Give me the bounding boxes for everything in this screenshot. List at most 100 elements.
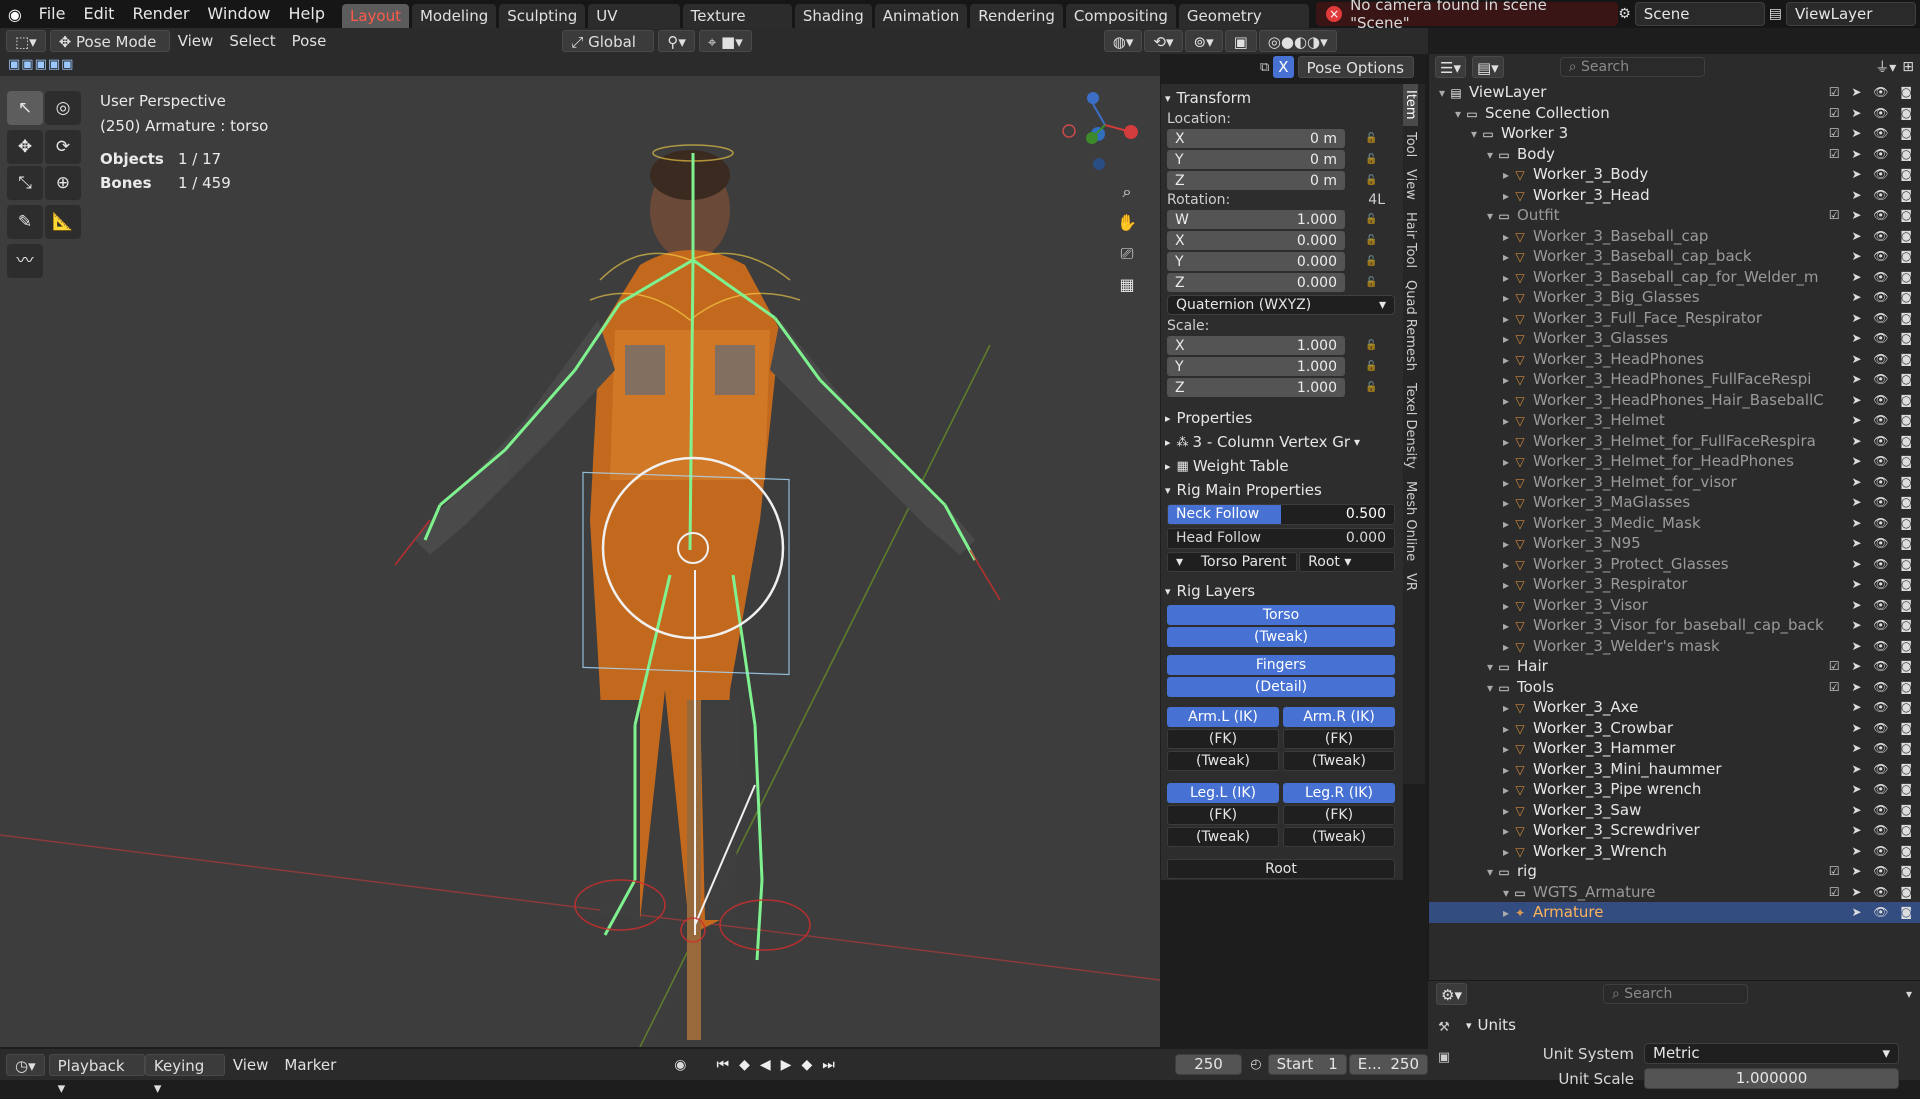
outliner-row[interactable]: ▸ ▽ Worker_3_Medic_Mask ➤ 👁 ◙: [1429, 513, 1920, 534]
timeline-editor-type-button[interactable]: ◷▾: [6, 1053, 45, 1076]
expand-toggle-icon[interactable]: ▾: [1483, 206, 1497, 226]
expand-toggle-icon[interactable]: ▸: [1499, 227, 1513, 247]
layer-fingers-button[interactable]: Fingers: [1167, 655, 1395, 675]
3d-viewport[interactable]: ↖ ◎ ✥ ⟳ ⤡ ⊕ ✎ 📐 〰 User Perspective (250) Arm…: [0, 76, 1160, 1047]
expand-toggle-icon[interactable]: ▾: [1483, 862, 1497, 882]
scene-selector[interactable]: Scene: [1634, 2, 1765, 26]
visibility-toggles[interactable]: ➤ 👁 ◙: [1851, 718, 1916, 738]
outliner-row[interactable]: ▸ ▽ Worker_3_Pipe wrench ➤ 👁 ◙: [1429, 779, 1920, 800]
visibility-toggles[interactable]: ➤ 👁 ◙: [1851, 410, 1916, 430]
layer-torso-tweak-button[interactable]: (Tweak): [1167, 627, 1395, 647]
scale-x-input[interactable]: X 1.000: [1167, 336, 1345, 355]
location-x-input[interactable]: X 0 m: [1167, 129, 1345, 148]
tab-shading[interactable]: Shading: [794, 4, 872, 28]
visibility-toggles[interactable]: ➤ 👁 ◙: [1851, 533, 1916, 553]
expand-toggle-icon[interactable]: ▸: [1499, 760, 1513, 780]
expand-toggle-icon[interactable]: ▸: [1499, 411, 1513, 431]
units-section-header[interactable]: ▾ Units: [1462, 1013, 1920, 1037]
side-tab-quad-remesh[interactable]: Quad Remesh: [1403, 274, 1418, 377]
visibility-toggles[interactable]: ☑ ➤ 👁 ◙: [1829, 205, 1916, 225]
tab-layout[interactable]: Layout: [341, 4, 409, 28]
visibility-toggles[interactable]: ☑ ➤ 👁 ◙: [1829, 103, 1916, 123]
outliner-row[interactable]: ▸ ▽ Worker_3_Wrench ➤ 👁 ◙: [1429, 841, 1920, 862]
properties-search-input[interactable]: ⌕ Search: [1602, 984, 1748, 1004]
layer-leg-r-fk-button[interactable]: (FK): [1283, 805, 1395, 825]
visibility-toggles[interactable]: ➤ 👁 ◙: [1851, 451, 1916, 471]
outliner-row[interactable]: ▸ ▽ Worker_3_Helmet_for_FullFaceRespira ➤ 👁…: [1429, 431, 1920, 452]
outliner-row[interactable]: ▸ ✦ Armature ➤ 👁 ◙: [1429, 902, 1920, 923]
outliner-row[interactable]: ▾ ▤ ViewLayer ☑ ➤ 👁 ◙: [1429, 82, 1920, 103]
expand-toggle-icon[interactable]: ▸: [1499, 391, 1513, 411]
location-x-field[interactable]: X 0 m 🔓: [1161, 128, 1403, 149]
visibility-toggles[interactable]: ➤ 👁 ◙: [1851, 636, 1916, 656]
rotation-x-input[interactable]: X 0.000: [1167, 231, 1345, 250]
lock-icon[interactable]: 🔓: [1365, 235, 1377, 246]
visibility-toggles[interactable]: ➤ 👁 ◙: [1851, 902, 1916, 922]
visibility-toggles[interactable]: ➤ 👁 ◙: [1851, 697, 1916, 717]
visibility-toggles[interactable]: ☑ ➤ 👁 ◙: [1829, 861, 1916, 881]
expand-toggle-icon[interactable]: ▸: [1499, 370, 1513, 390]
visibility-toggles[interactable]: ☑ ➤ 👁 ◙: [1829, 82, 1916, 102]
tool-properties-icon[interactable]: ⚒: [1432, 1013, 1456, 1043]
expand-toggle-icon[interactable]: ▸: [1499, 698, 1513, 718]
visibility-toggles[interactable]: ➤ 👁 ◙: [1851, 431, 1916, 451]
outliner-row[interactable]: ▸ ▽ Worker_3_Mini_haummer ➤ 👁 ◙: [1429, 759, 1920, 780]
expand-toggle-icon[interactable]: ▾: [1435, 83, 1449, 103]
filter-icon[interactable]: ⏚▾: [1875, 57, 1896, 77]
expand-toggle-icon[interactable]: ▸: [1499, 514, 1513, 534]
layer-leg-r-ik-button[interactable]: Leg.R (IK): [1283, 783, 1395, 803]
expand-toggle-icon[interactable]: ▸: [1499, 309, 1513, 329]
expand-toggle-icon[interactable]: ▸: [1499, 801, 1513, 821]
pin-icon[interactable]: ▾: [1906, 987, 1912, 1001]
marker-menu[interactable]: Marker: [276, 1054, 344, 1076]
expand-toggle-icon[interactable]: ▸: [1499, 780, 1513, 800]
menu-file[interactable]: File: [30, 0, 75, 28]
visibility-toggles[interactable]: ➤ 👁 ◙: [1851, 267, 1916, 287]
layer-torso-button[interactable]: Torso: [1167, 605, 1395, 625]
view-menu[interactable]: View: [170, 30, 222, 52]
rotate-tool-icon[interactable]: ⟳: [45, 130, 81, 164]
viewport-overlays-toggle[interactable]: ⊚▾: [1184, 30, 1223, 52]
outliner-row[interactable]: ▸ ▽ Worker_3_Axe ➤ 👁 ◙: [1429, 697, 1920, 718]
rotation-x-field[interactable]: X 0.000 🔓: [1161, 230, 1403, 251]
outliner-row[interactable]: ▸ ▽ Worker_3_MaGlasses ➤ 👁 ◙: [1429, 492, 1920, 513]
outliner-row[interactable]: ▾ ▭ rig ☑ ➤ 👁 ◙: [1429, 861, 1920, 882]
x-mirror-toggle[interactable]: X: [1273, 56, 1294, 78]
jump-end-icon[interactable]: ⏭: [822, 1057, 835, 1073]
expand-toggle-icon[interactable]: ▸: [1499, 288, 1513, 308]
expand-toggle-icon[interactable]: ▸: [1499, 473, 1513, 493]
scale-z-input[interactable]: Z 1.000: [1167, 378, 1345, 397]
gizmo-button[interactable]: ⟲▾: [1144, 30, 1183, 52]
expand-toggle-icon[interactable]: ▸: [1499, 432, 1513, 452]
side-tab-vr[interactable]: VR: [1403, 567, 1418, 597]
visibility-toggles[interactable]: ➤ 👁 ◙: [1851, 513, 1916, 533]
outliner-row[interactable]: ▾ ▭ Hair ☑ ➤ 👁 ◙: [1429, 656, 1920, 677]
playback-menu[interactable]: Playback ▾: [48, 1053, 145, 1097]
visibility-toggles[interactable]: ➤ 👁 ◙: [1851, 779, 1916, 799]
outliner-search-input[interactable]: ⌕ Search: [1559, 57, 1705, 77]
keying-menu[interactable]: Keying ▾: [144, 1053, 225, 1097]
jump-start-icon[interactable]: ⏮: [717, 1057, 730, 1073]
outliner-row[interactable]: ▾ ▭ Outfit ☑ ➤ 👁 ◙: [1429, 205, 1920, 226]
outliner-row[interactable]: ▾ ▭ Body ☑ ➤ 👁 ◙: [1429, 144, 1920, 165]
layer-leg-l-ik-button[interactable]: Leg.L (IK): [1167, 783, 1279, 803]
rig-layers-section-header[interactable]: ▾ Rig Layers: [1161, 579, 1403, 603]
outliner-row[interactable]: ▸ ▽ Worker_3_Screwdriver ➤ 👁 ◙: [1429, 820, 1920, 841]
side-tab-item[interactable]: Item: [1403, 84, 1418, 126]
outliner-row[interactable]: ▸ ▽ Worker_3_Glasses ➤ 👁 ◙: [1429, 328, 1920, 349]
layer-leg-l-tweak-button[interactable]: (Tweak): [1167, 827, 1279, 847]
expand-toggle-icon[interactable]: ▸: [1499, 555, 1513, 575]
outliner-row[interactable]: ▸ ▽ Worker_3_N95 ➤ 👁 ◙: [1429, 533, 1920, 554]
scale-z-field[interactable]: Z 1.000 🔓: [1161, 377, 1403, 398]
visibility-toggles[interactable]: ➤ 👁 ◙: [1851, 574, 1916, 594]
annotate-tool-icon[interactable]: ✎: [7, 205, 43, 239]
move-tool-icon[interactable]: ✥: [7, 130, 43, 164]
auto-keying-icon[interactable]: ◉: [674, 1057, 686, 1073]
tab-modeling[interactable]: Modeling: [411, 4, 497, 28]
expand-toggle-icon[interactable]: ▸: [1499, 329, 1513, 349]
tab-geometry-node[interactable]: Geometry Node: [1178, 4, 1310, 49]
prev-keyframe-icon[interactable]: ◆: [739, 1057, 750, 1073]
visibility-toggles[interactable]: ➤ 👁 ◙: [1851, 615, 1916, 635]
outliner-row[interactable]: ▸ ▽ Worker_3_Helmet_for_HeadPhones ➤ 👁 ◙: [1429, 451, 1920, 472]
visibility-toggles[interactable]: ➤ 👁 ◙: [1851, 349, 1916, 369]
